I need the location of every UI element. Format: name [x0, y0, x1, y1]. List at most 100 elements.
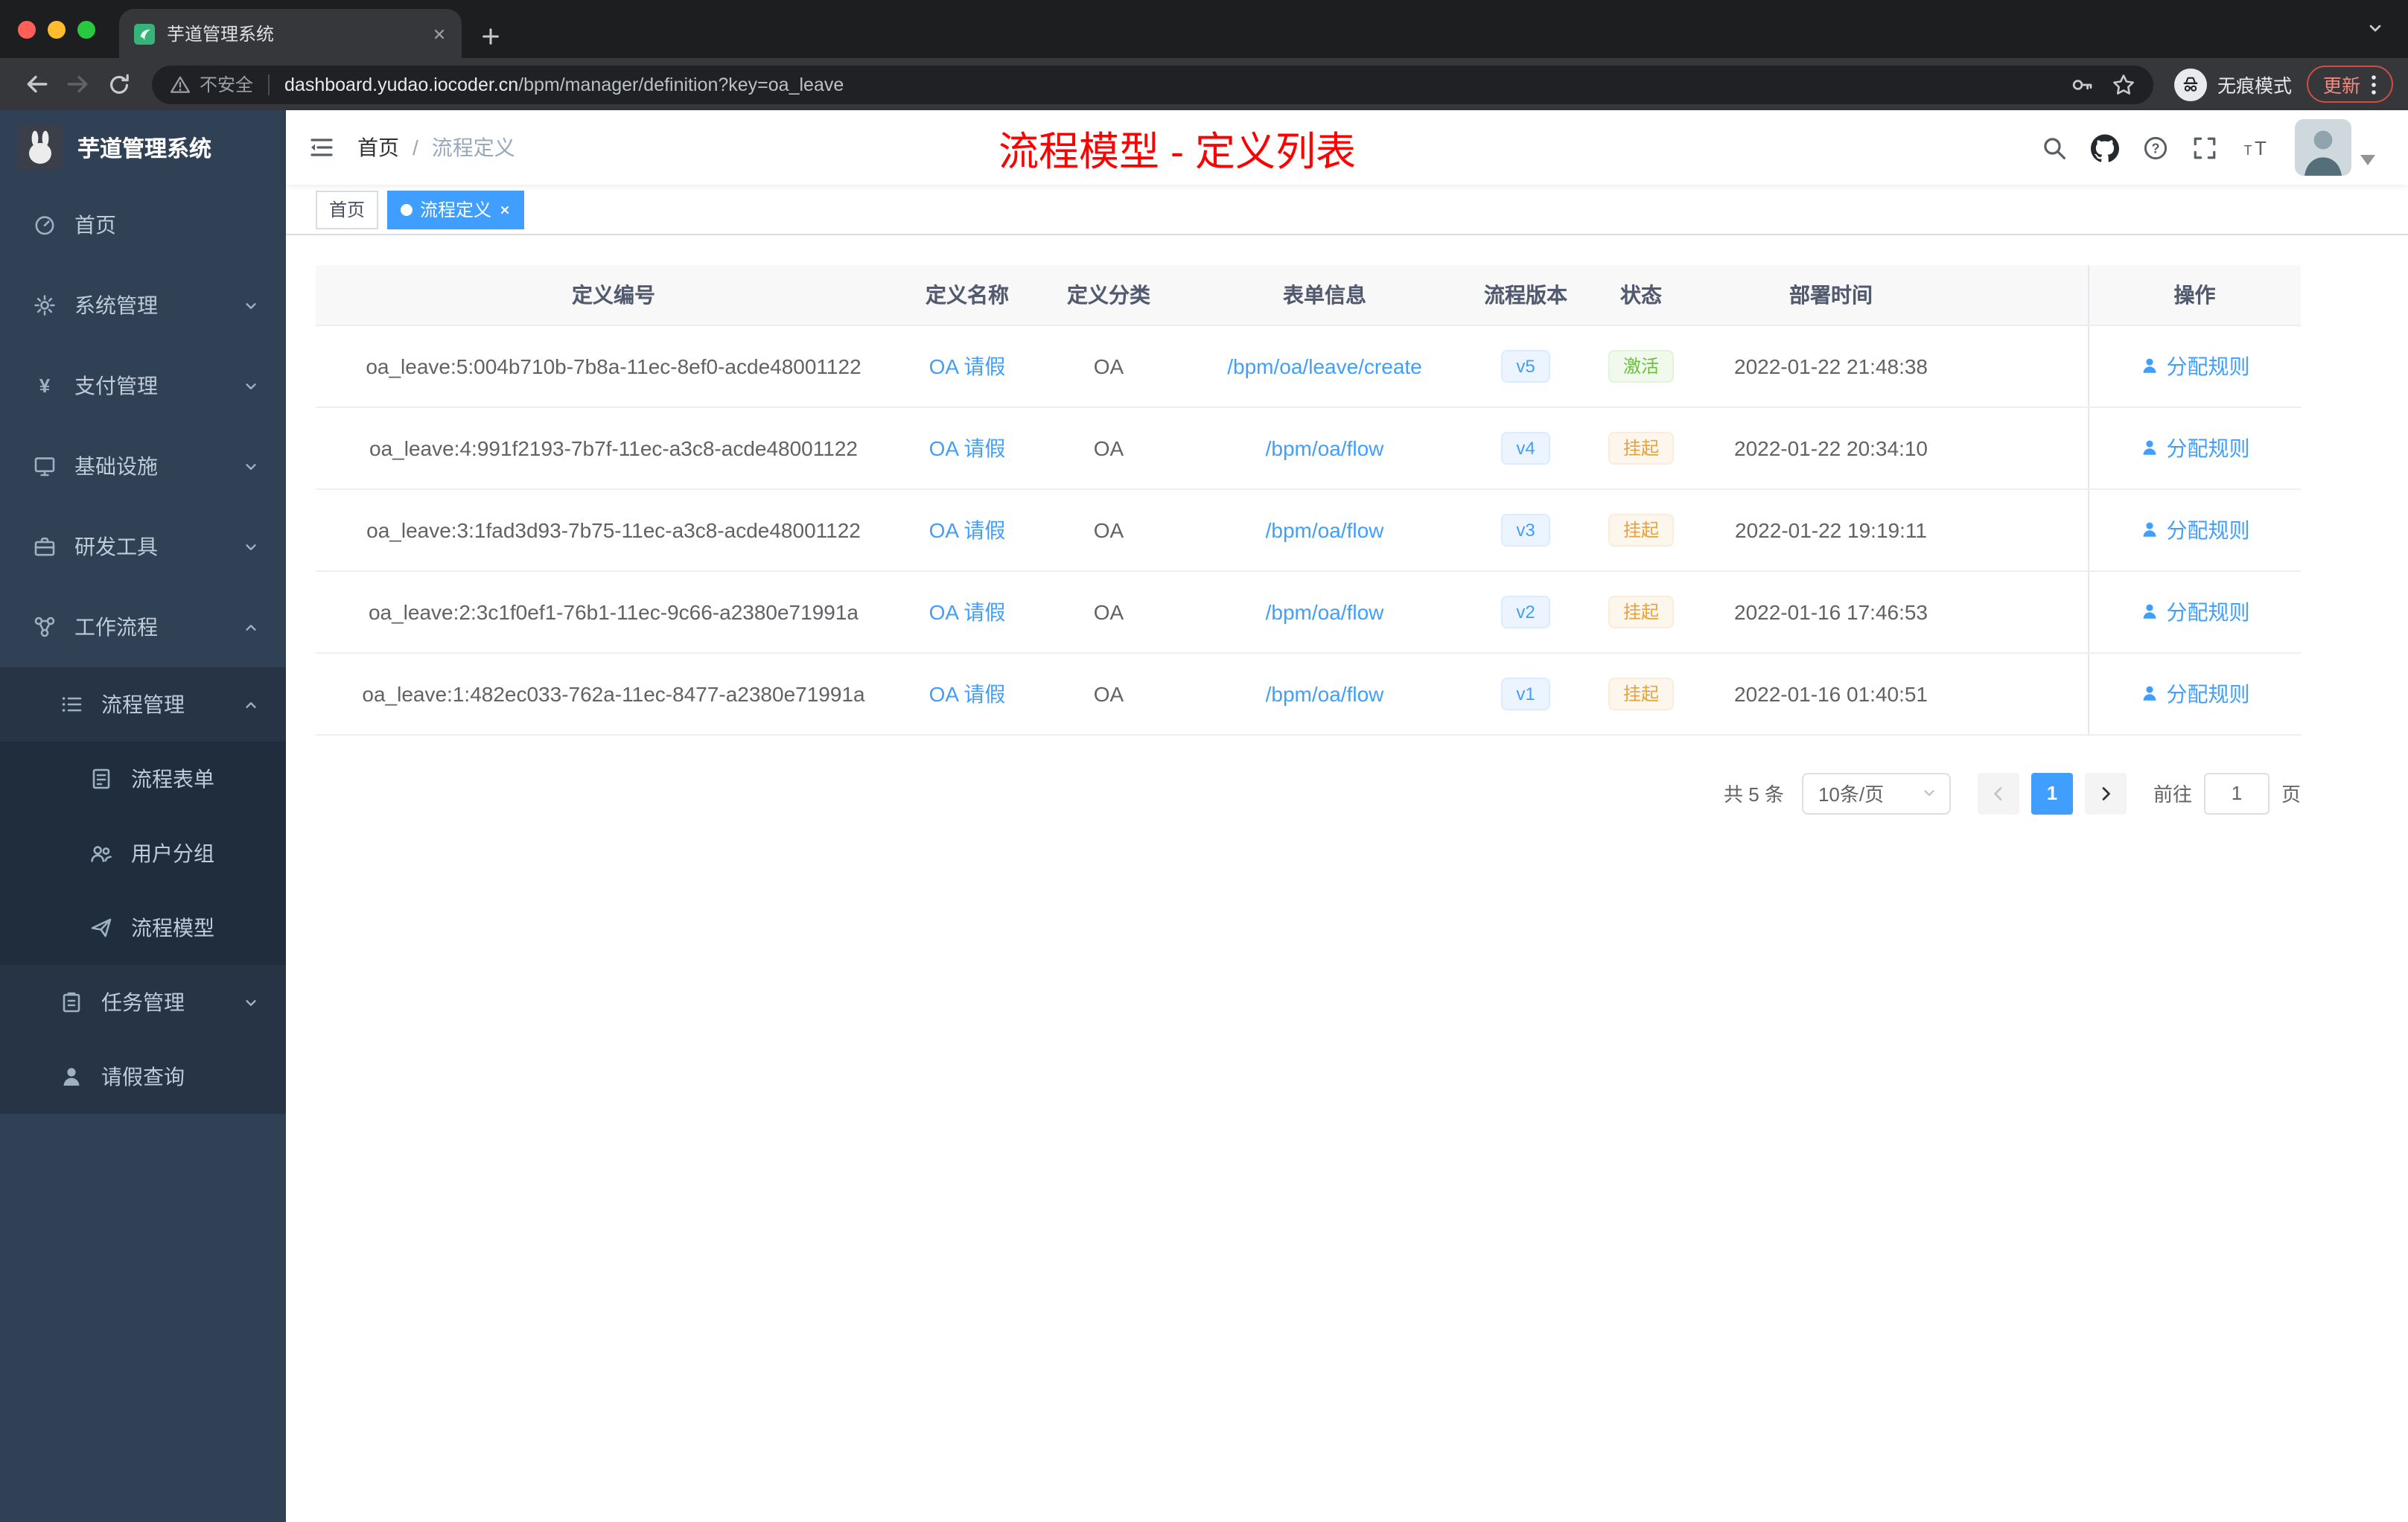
- address-bar[interactable]: 不安全 dashboard.yudao.iocoder.cn/bpm/manag…: [152, 65, 2153, 104]
- version-tag: v1: [1501, 677, 1550, 710]
- app-logo[interactable]: 芋道管理系统: [0, 110, 286, 185]
- sidebar-item-process-model[interactable]: 流程模型: [0, 891, 286, 965]
- security-label: 不安全: [200, 74, 254, 95]
- tag-process-definition[interactable]: 流程定义: [387, 190, 525, 229]
- chevron-right-icon: [2102, 786, 2110, 800]
- dashboard-icon: [33, 213, 57, 237]
- table-row: oa_leave:5:004b710b-7b8a-11ec-8ef0-acde4…: [316, 325, 2301, 407]
- definition-id: oa_leave:5:004b710b-7b8a-11ec-8ef0-acde4…: [316, 325, 911, 407]
- chevron-down-icon: [243, 458, 259, 474]
- minimize-window-button[interactable]: [48, 20, 66, 38]
- font-size-icon[interactable]: TT: [2241, 135, 2271, 160]
- prev-page-button[interactable]: [1977, 772, 2019, 814]
- column-header-name: 定义名称: [911, 265, 1023, 325]
- definition-name-link[interactable]: OA 请假: [929, 436, 1006, 459]
- assign-rule-link[interactable]: 分配规则: [2140, 678, 2250, 708]
- sidebar-item-label: 用户分组: [131, 841, 214, 865]
- definition-name-link[interactable]: OA 请假: [929, 599, 1006, 623]
- sidebar-item-workflow[interactable]: 工作流程: [0, 587, 286, 667]
- back-icon[interactable]: [15, 65, 57, 104]
- sidebar-item-dev-tools[interactable]: 研发工具: [0, 506, 286, 587]
- assign-rule-link[interactable]: 分配规则: [2140, 596, 2250, 626]
- chevron-down-icon: [1921, 785, 1937, 801]
- status-tag: 挂起: [1608, 595, 1674, 628]
- sidebar-toggle-icon[interactable]: [286, 134, 357, 161]
- browser-window: 芋道管理系统 不安全 dashboard.yudao.iocoder.cn/bp…: [0, 0, 2408, 1522]
- reload-icon[interactable]: [98, 65, 140, 104]
- browser-menu-update-button[interactable]: 更新: [2306, 66, 2393, 103]
- sidebar-item-leave-query[interactable]: 请假查询: [0, 1039, 286, 1114]
- assign-rule-link[interactable]: 分配规则: [2140, 351, 2250, 380]
- tag-label: 首页: [329, 200, 366, 220]
- new-tab-button[interactable]: [480, 25, 502, 48]
- filler-cell: [1976, 652, 2088, 735]
- form-link[interactable]: /bpm/oa/flow: [1266, 436, 1384, 459]
- definition-category: OA: [1023, 488, 1194, 571]
- assign-rule-link[interactable]: 分配规则: [2140, 433, 2250, 462]
- form-link[interactable]: /bpm/oa/flow: [1266, 599, 1384, 623]
- fullscreen-icon[interactable]: [2192, 135, 2217, 160]
- incognito-badge: 无痕模式: [2165, 68, 2307, 101]
- zoom-window-button[interactable]: [77, 20, 95, 38]
- svg-text:T: T: [2244, 142, 2252, 157]
- tag-close-icon[interactable]: [499, 203, 511, 215]
- status-tag: 挂起: [1608, 431, 1674, 464]
- chevron-up-icon: [243, 619, 259, 635]
- user-icon: [2143, 358, 2156, 373]
- definition-name-link[interactable]: OA 请假: [929, 354, 1006, 378]
- security-chip[interactable]: 不安全: [170, 71, 253, 97]
- yen-icon: ¥: [33, 374, 57, 398]
- navbar-actions: ? TT: [2042, 110, 2408, 185]
- kebab-menu-icon: [2371, 72, 2377, 96]
- page-content: 定义编号 定义名称 定义分类 表单信息 流程版本 状态 部署时间 操作 oa_l…: [286, 235, 2408, 1522]
- sidebar-item-system[interactable]: 系统管理: [0, 265, 286, 346]
- github-icon[interactable]: [2091, 133, 2119, 162]
- sidebar-item-label: 系统管理: [74, 293, 158, 317]
- sidebar-item-home[interactable]: 首页: [0, 185, 286, 265]
- password-key-icon[interactable]: [2070, 72, 2094, 96]
- form-link[interactable]: /bpm/oa/flow: [1266, 681, 1384, 705]
- definition-name-link[interactable]: OA 请假: [929, 518, 1006, 541]
- column-header-form: 表单信息: [1194, 265, 1455, 325]
- bookmark-star-icon[interactable]: [2112, 72, 2135, 96]
- tag-home[interactable]: 首页: [316, 190, 379, 229]
- status-tag: 挂起: [1608, 677, 1674, 710]
- sidebar-item-label: 流程模型: [131, 916, 214, 940]
- form-link[interactable]: /bpm/oa/leave/create: [1227, 354, 1422, 378]
- sidebar-item-user-group[interactable]: 用户分组: [0, 816, 286, 891]
- user-avatar-dropdown[interactable]: [2295, 110, 2375, 185]
- deploy-time: 2022-01-16 01:40:51: [1686, 652, 1976, 735]
- next-page-button[interactable]: [2084, 772, 2127, 814]
- search-icon[interactable]: [2042, 135, 2067, 160]
- tab-close-icon[interactable]: [432, 26, 447, 41]
- workflow-icon: [33, 615, 57, 639]
- column-header-category: 定义分类: [1023, 265, 1194, 325]
- filler-cell: [1976, 570, 2088, 653]
- table-row: oa_leave:2:3c1f0ef1-76b1-11ec-9c66-a2380…: [316, 570, 2301, 653]
- help-icon[interactable]: ?: [2143, 135, 2168, 160]
- assign-rule-link[interactable]: 分配规则: [2140, 515, 2250, 544]
- sidebar-item-task-management[interactable]: 任务管理: [0, 965, 286, 1039]
- form-link[interactable]: /bpm/oa/flow: [1266, 518, 1384, 541]
- forward-icon[interactable]: [57, 65, 98, 104]
- page-number-1[interactable]: 1: [2030, 772, 2073, 814]
- browser-tab[interactable]: 芋道管理系统: [119, 9, 462, 58]
- sidebar-item-process-form[interactable]: 流程表单: [0, 742, 286, 816]
- definition-name-link[interactable]: OA 请假: [929, 681, 1006, 705]
- chevron-left-icon: [1994, 786, 2002, 800]
- sidebar-item-process-management[interactable]: 流程管理: [0, 667, 286, 742]
- sidebar: 芋道管理系统 首页 系统管理 ¥ 支付管理 基础设施 研发工具 工作流程 流程管…: [0, 110, 286, 1522]
- tags-view: 首页 流程定义: [286, 185, 2408, 235]
- status-tag: 挂起: [1608, 513, 1674, 546]
- sidebar-item-payment[interactable]: ¥ 支付管理: [0, 346, 286, 426]
- goto-page-input[interactable]: [2203, 772, 2270, 814]
- breadcrumb-home[interactable]: 首页: [357, 133, 399, 162]
- avatar: [2295, 119, 2351, 176]
- url-divider: [268, 74, 270, 95]
- sidebar-item-infrastructure[interactable]: 基础设施: [0, 426, 286, 506]
- status-tag: 激活: [1608, 349, 1674, 382]
- tab-search-chevron-icon[interactable]: [2366, 19, 2384, 37]
- page-size-select[interactable]: 10条/页: [1801, 772, 1951, 814]
- close-window-button[interactable]: [18, 20, 36, 38]
- definition-category: OA: [1023, 652, 1194, 735]
